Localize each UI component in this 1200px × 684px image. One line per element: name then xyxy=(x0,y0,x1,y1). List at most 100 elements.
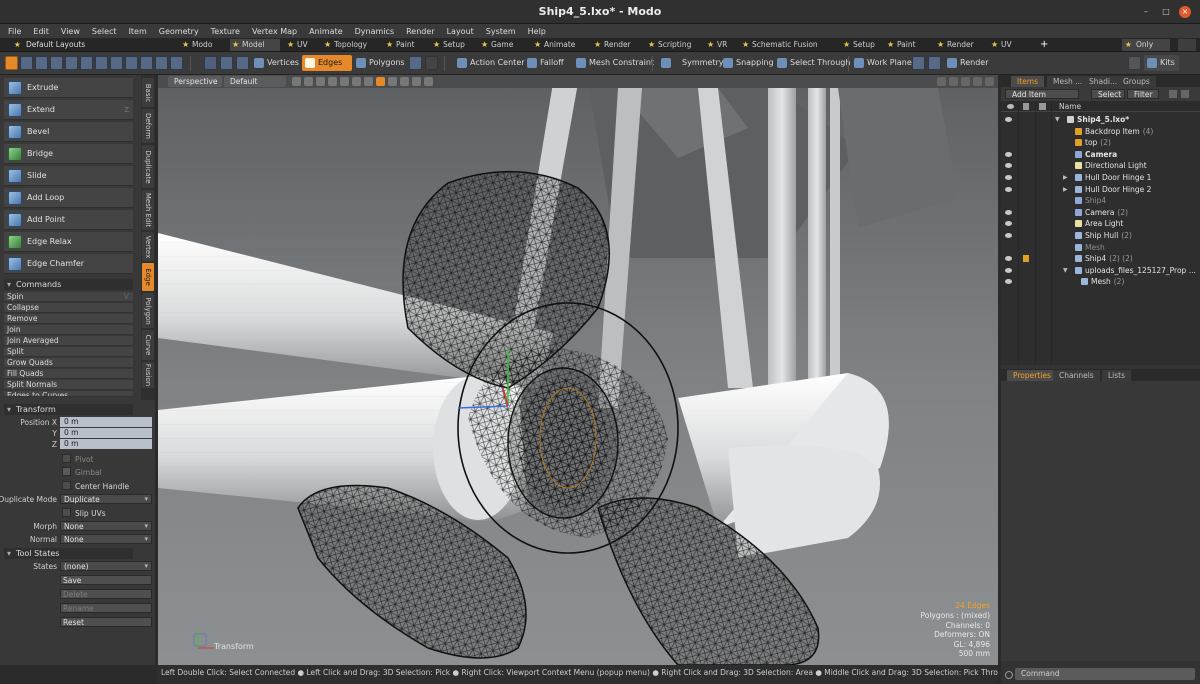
layout-tab-setup[interactable]: ★ Setup xyxy=(431,39,475,51)
menu-texture[interactable]: Texture xyxy=(205,27,246,36)
items-tab-items[interactable]: Items xyxy=(1011,76,1044,87)
center-handle-checkbox[interactable] xyxy=(62,481,71,490)
list-item[interactable]: Backdrop Item (4) xyxy=(1001,126,1200,138)
vtab-curve[interactable]: Curve xyxy=(142,330,154,360)
rotate-item-icon[interactable] xyxy=(95,56,108,70)
menu-help[interactable]: Help xyxy=(522,27,552,36)
eye-icon[interactable] xyxy=(1005,279,1012,285)
props-tab-channels[interactable]: Channels xyxy=(1053,370,1100,381)
list-item[interactable]: Ship4 xyxy=(1001,195,1200,207)
viewport-option-icon[interactable] xyxy=(316,77,325,86)
scale-item-icon[interactable] xyxy=(110,56,123,70)
viewport-option-icon[interactable] xyxy=(352,77,361,86)
work-plane-button[interactable]: Work Plane xyxy=(851,55,916,71)
tool-slide-button[interactable]: Slide xyxy=(4,166,133,186)
list-item[interactable]: uploads_files_125127_Prop ... ▼ xyxy=(1001,265,1200,277)
morph-dropdown[interactable]: None xyxy=(60,521,152,531)
eye-icon[interactable] xyxy=(1005,233,1012,238)
zoom-view-icon[interactable] xyxy=(961,77,970,86)
select-mode-icon[interactable] xyxy=(5,56,18,70)
command-input[interactable]: Command xyxy=(1005,668,1195,680)
command-collapse[interactable]: Collapse xyxy=(4,303,133,313)
pen-icon[interactable] xyxy=(65,56,78,70)
tool-bevel-button[interactable]: Bevel xyxy=(4,122,133,142)
kits-button[interactable]: Kits xyxy=(1144,55,1179,71)
layout-grid-icon[interactable] xyxy=(1178,39,1196,51)
zoom-icon[interactable] xyxy=(170,56,183,70)
element-move-icon[interactable] xyxy=(80,56,93,70)
command-fill-quads[interactable]: Fill Quads xyxy=(4,369,133,379)
reset-button[interactable]: Reset xyxy=(60,617,152,627)
menu-item[interactable]: Item xyxy=(123,27,153,36)
rotate-icon[interactable] xyxy=(35,56,48,70)
search-icon[interactable] xyxy=(1128,56,1141,70)
menu-view[interactable]: View xyxy=(55,27,86,36)
command-split[interactable]: Split xyxy=(4,347,133,357)
states-dropdown[interactable]: (none) xyxy=(60,561,152,571)
snap-icon[interactable] xyxy=(912,56,925,70)
layout-tab-animate[interactable]: ★ Animate xyxy=(532,39,588,51)
eye-icon[interactable] xyxy=(1005,117,1012,122)
viewport-option-icon[interactable] xyxy=(424,77,433,86)
lock-icon[interactable] xyxy=(1023,255,1029,263)
action-center-button[interactable]: Action Center xyxy=(454,55,529,71)
viewport-option-icon[interactable] xyxy=(364,77,373,86)
skeleton-icon[interactable] xyxy=(376,77,385,86)
move-view-icon[interactable] xyxy=(937,77,946,86)
rename-button[interactable]: Rename xyxy=(60,603,152,613)
position-x-field[interactable]: 0 m xyxy=(60,417,152,427)
menu-select[interactable]: Select xyxy=(86,27,123,36)
command-remove[interactable]: Remove xyxy=(4,314,133,324)
layout-tab-uv[interactable]: ★ UV xyxy=(989,39,1023,51)
brush-icon[interactable] xyxy=(125,56,138,70)
vtab-edge[interactable]: Edge xyxy=(142,263,154,291)
menu-layout[interactable]: Layout xyxy=(441,27,480,36)
close-icon[interactable]: × xyxy=(1179,6,1191,18)
maximize-icon[interactable]: □ xyxy=(1160,6,1172,18)
eye-icon[interactable] xyxy=(1005,267,1012,273)
props-tab-properties[interactable]: Properties xyxy=(1007,370,1057,381)
command-spin[interactable]: Spin V xyxy=(4,292,133,302)
layout-tab-model[interactable]: ★ Model xyxy=(230,39,280,51)
eye-icon[interactable] xyxy=(1005,163,1012,169)
eye-icon[interactable] xyxy=(1005,186,1012,192)
layout-tab-schematic-fusion[interactable]: ★ Schematic Fusion xyxy=(740,39,836,51)
gimbal-checkbox[interactable] xyxy=(62,467,71,476)
menu-render[interactable]: Render xyxy=(400,27,440,36)
viewport-option-icon[interactable] xyxy=(304,77,313,86)
layout-tab-vr[interactable]: ★ VR xyxy=(705,39,736,51)
3d-viewport[interactable]: Perspective Default Transform 24 Edges P… xyxy=(158,75,998,665)
tool-extend-button[interactable]: Extend Z xyxy=(4,100,133,120)
render-button[interactable]: Render xyxy=(944,55,992,71)
rotate-view-icon[interactable] xyxy=(949,77,958,86)
pivot-mode-icon[interactable] xyxy=(409,56,422,70)
position-z-field[interactable]: 0 m xyxy=(60,439,152,449)
eye-icon[interactable] xyxy=(1005,175,1012,180)
edges-mode-button[interactable]: Edges xyxy=(302,55,352,71)
commands-header[interactable]: Commands xyxy=(4,279,133,290)
minimize-icon[interactable]: – xyxy=(1140,6,1152,18)
list-item[interactable]: Hull Door Hinge 1 ▶ xyxy=(1001,172,1200,184)
slip-uvs-checkbox[interactable] xyxy=(62,508,71,517)
snapping-button[interactable]: Snapping xyxy=(720,55,778,71)
list-item[interactable]: top (2) xyxy=(1001,137,1200,149)
view-type-dropdown[interactable]: Perspective xyxy=(168,76,222,87)
auto-select-icon[interactable] xyxy=(204,56,217,70)
filter-button[interactable]: Filter xyxy=(1127,89,1159,99)
view-style-dropdown[interactable]: Default xyxy=(224,76,286,87)
mesh-constraint-button[interactable]: Mesh Constraint xyxy=(573,55,658,71)
array-icon[interactable] xyxy=(155,56,168,70)
tool-edge-relax-button[interactable]: Edge Relax xyxy=(4,232,133,252)
tool-add-loop-button[interactable]: Add Loop xyxy=(4,188,133,208)
viewport-option-icon[interactable] xyxy=(292,77,301,86)
wireframe-icon[interactable] xyxy=(928,56,941,70)
vertices-mode-button[interactable]: Vertices xyxy=(251,55,303,71)
new-group-icon[interactable] xyxy=(1169,90,1177,98)
position-y-field[interactable]: 0 m xyxy=(60,428,152,438)
tool-add-point-button[interactable]: Add Point xyxy=(4,210,133,230)
maximize-view-icon[interactable] xyxy=(973,77,982,86)
menu-dynamics[interactable]: Dynamics xyxy=(349,27,400,36)
vtab-polygon[interactable]: Polygon xyxy=(142,293,154,328)
material-mode-icon[interactable] xyxy=(236,56,249,70)
menu-system[interactable]: System xyxy=(480,27,522,36)
